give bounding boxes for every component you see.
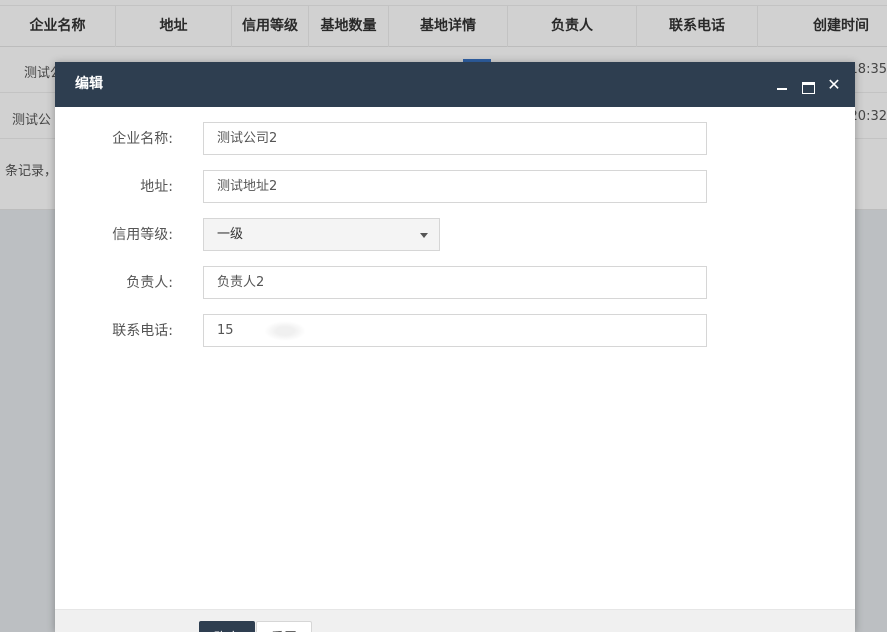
phone-label: 联系电话: — [112, 323, 173, 339]
form-row-phone: 联系电话: 15 — [55, 314, 855, 348]
dialog-controls: ✕ — [775, 62, 841, 107]
dialog-footer: 确定 重置 — [55, 609, 855, 632]
chevron-down-icon — [420, 233, 428, 238]
form-row-company: 企业名称: 测试公司2 — [55, 122, 855, 156]
reset-button[interactable]: 重置 — [256, 621, 313, 632]
form-row-credit: 信用等级: 一级 — [55, 218, 855, 252]
phone-value: 15 — [217, 323, 234, 338]
company-name-input[interactable]: 测试公司2 — [203, 122, 707, 155]
phone-input[interactable]: 15 — [203, 314, 707, 347]
maximize-icon[interactable] — [801, 78, 815, 94]
dialog-title: 编辑 — [75, 76, 103, 92]
confirm-button[interactable]: 确定 — [199, 621, 256, 632]
manager-input[interactable]: 负责人2 — [203, 266, 707, 299]
form-row-manager: 负责人: 负责人2 — [55, 266, 855, 300]
redaction-blur — [264, 321, 306, 341]
minimize-icon[interactable] — [775, 78, 789, 92]
address-input[interactable]: 测试地址2 — [203, 170, 707, 203]
credit-level-value: 一级 — [217, 227, 244, 242]
manager-label: 负责人: — [126, 275, 173, 291]
company-label: 企业名称: — [112, 131, 173, 147]
form-row-address: 地址: 测试地址2 — [55, 170, 855, 204]
address-label: 地址: — [140, 179, 173, 195]
edit-dialog: 编辑 ✕ 企业名称: 测试公司2 地址: 测试地址2 信用等级: 一级 负责人:… — [55, 62, 855, 632]
close-icon[interactable]: ✕ — [827, 76, 841, 92]
credit-label: 信用等级: — [112, 227, 173, 243]
dialog-header[interactable]: 编辑 ✕ — [55, 62, 855, 107]
credit-level-select[interactable]: 一级 — [203, 218, 440, 251]
